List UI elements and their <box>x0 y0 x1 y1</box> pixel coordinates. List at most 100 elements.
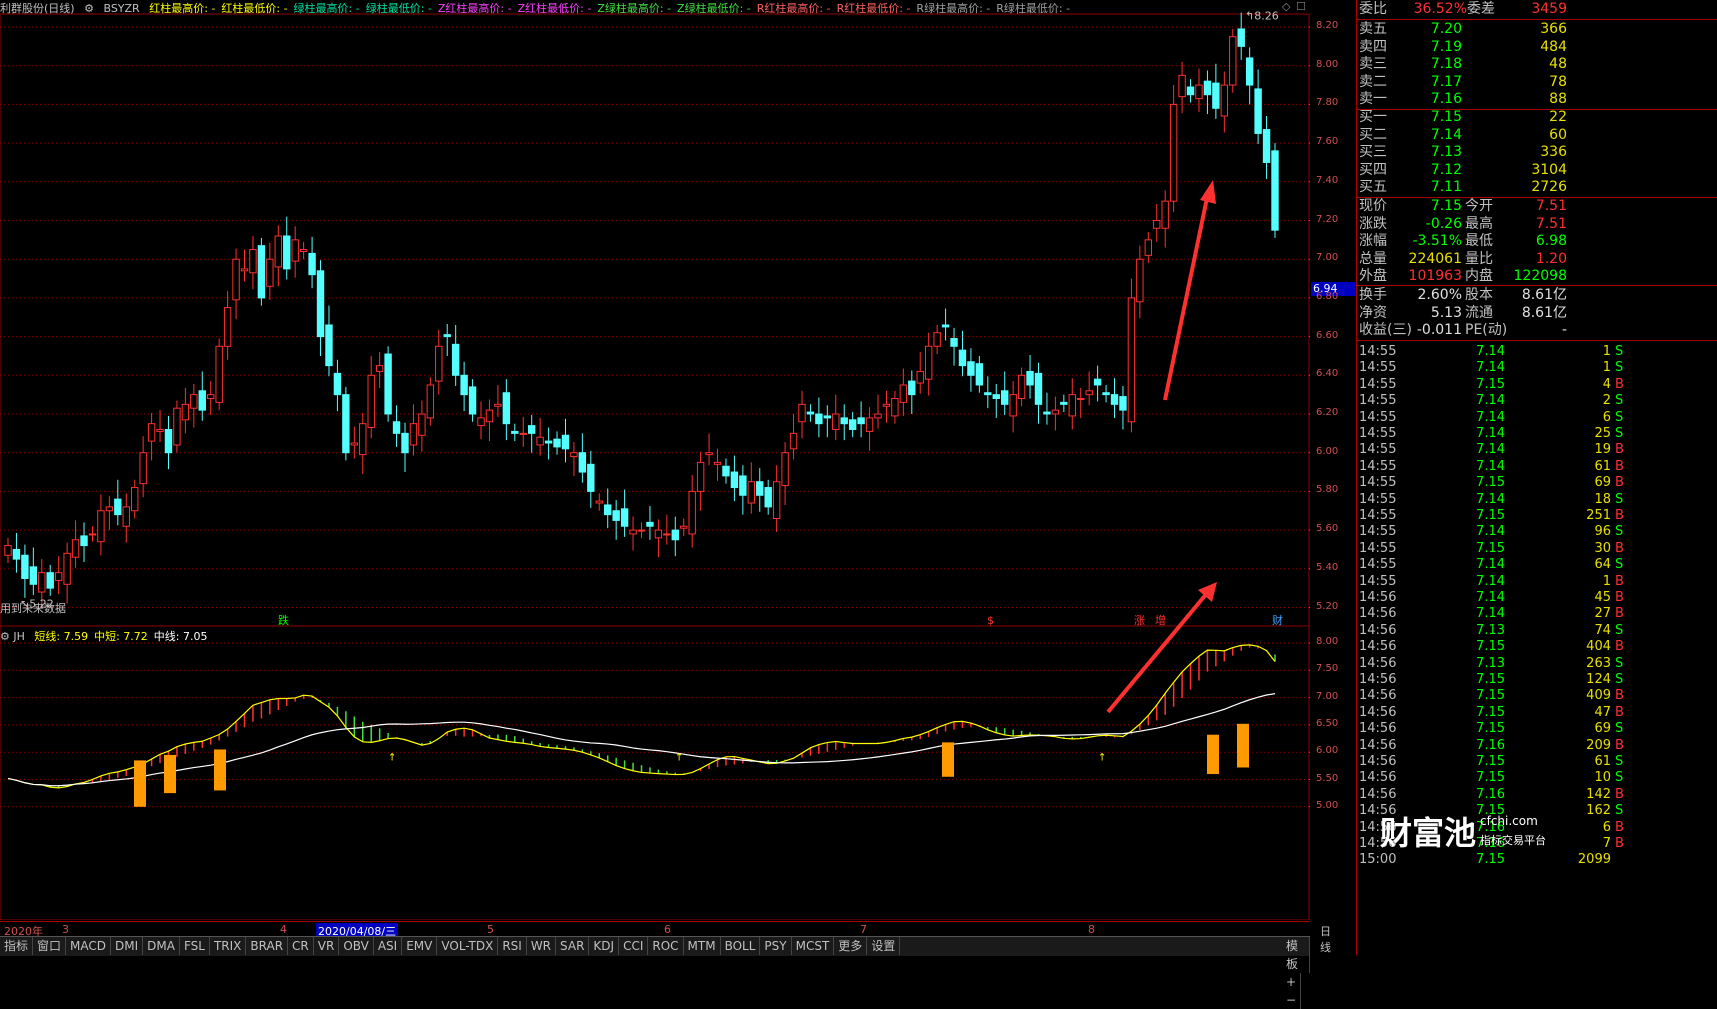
tab-1[interactable]: 窗口 <box>33 937 67 955</box>
stat-value: 1.20 <box>1535 250 1567 267</box>
sell-vol: 88 <box>1549 91 1567 107</box>
y-tick-label: 5.20 <box>1316 600 1339 612</box>
tab-0[interactable]: 指标 <box>0 937 34 955</box>
tab-8[interactable]: CR <box>288 937 314 955</box>
candle-body <box>122 506 130 527</box>
tick-side: B <box>1615 639 1624 655</box>
tab-9[interactable]: VR <box>314 937 340 955</box>
tab-15[interactable]: WR <box>527 937 557 955</box>
candle-body <box>502 392 511 425</box>
tab-24[interactable]: 更多 <box>834 937 868 955</box>
tab-25[interactable]: 设置 <box>867 937 901 955</box>
candle-body <box>1077 398 1085 401</box>
sell-vol: 48 <box>1549 56 1567 72</box>
annotation-arrow <box>1106 590 1210 714</box>
settings-icon[interactable]: ⚙ <box>0 630 10 643</box>
tick-time: 14:55 <box>1359 573 1397 589</box>
candle-body <box>190 394 198 409</box>
tab-17[interactable]: KDJ <box>589 937 620 955</box>
kline-chart[interactable]: ↰8.26↖5.22用到未来数据跌 $ 涨增财↑ ↑ ↑ <box>0 0 1310 920</box>
event-marker: 增 <box>1155 613 1166 627</box>
tick-side: B <box>1615 573 1624 589</box>
candle-body <box>1001 390 1009 405</box>
tab-5[interactable]: FSL <box>180 937 210 955</box>
tick-vol: 27 <box>1594 606 1611 622</box>
candle-body <box>1085 390 1093 396</box>
tick-vol: 69 <box>1594 475 1611 491</box>
right-tab-0[interactable]: 模板 <box>1282 937 1310 973</box>
stat-value: 7.51 <box>1535 198 1567 214</box>
buy-vol: 336 <box>1540 144 1567 160</box>
candle-body <box>511 430 519 434</box>
candle-body <box>1060 401 1068 405</box>
tick-row: 14:55 7.15 69 B <box>1357 474 1717 491</box>
candle-body <box>1026 370 1034 386</box>
candle-body <box>477 417 485 427</box>
arrow-head <box>1200 180 1216 204</box>
right-tab-2[interactable]: − <box>1282 991 1302 1009</box>
tab-16[interactable]: SAR <box>556 937 590 955</box>
close-icon[interactable]: ☐ <box>1296 0 1306 13</box>
period-label[interactable]: 日线 <box>1320 923 1331 955</box>
tab-11[interactable]: ASI <box>374 937 403 955</box>
tick-row: 14:56 7.15 10 S <box>1357 769 1717 786</box>
candle-body <box>29 566 38 585</box>
candle-body <box>1144 239 1152 256</box>
candle-body <box>984 392 992 396</box>
tab-7[interactable]: BRAR <box>246 937 289 955</box>
tick-time: 14:55 <box>1359 376 1397 392</box>
tab-14[interactable]: RSI <box>498 937 527 955</box>
tab-13[interactable]: VOL-TDX <box>437 937 499 955</box>
event-marker: 跌 <box>278 613 289 627</box>
candle-body <box>764 487 772 508</box>
sell-label: 卖二 <box>1359 73 1387 90</box>
candle-body <box>38 572 46 593</box>
annotation-arrow <box>1163 197 1209 401</box>
diamond-icon[interactable]: ◇ <box>1282 0 1290 13</box>
tab-23[interactable]: MCST <box>792 937 835 955</box>
header-item: R红柱最低价: - <box>836 2 911 15</box>
candle-body <box>823 415 832 419</box>
tab-21[interactable]: BOLL <box>721 937 761 955</box>
tick-row: 14:56 7.13 263 S <box>1357 655 1717 672</box>
y-tick-label: 8.00 <box>1316 58 1339 70</box>
tab-22[interactable]: PSY <box>760 937 792 955</box>
tab-18[interactable]: CCI <box>619 937 649 955</box>
tab-10[interactable]: OBV <box>339 937 374 955</box>
tab-2[interactable]: MACD <box>66 937 112 955</box>
candle-body <box>1136 258 1144 303</box>
candle-body <box>536 436 544 446</box>
candle-body <box>646 521 654 527</box>
sell-price: 7.17 <box>1430 73 1462 90</box>
tick-vol: 45 <box>1594 590 1611 605</box>
tab-3[interactable]: DMI <box>111 937 144 955</box>
tick-side: B <box>1615 590 1624 605</box>
buy-row: 买一 7.15 22 <box>1357 109 1717 126</box>
tab-12[interactable]: EMV <box>402 937 438 955</box>
candle-body <box>865 417 874 432</box>
date-label: 7 <box>860 923 867 936</box>
tab-6[interactable]: TRIX <box>210 937 247 955</box>
candle-body <box>156 428 164 432</box>
tick-side: B <box>1615 458 1624 474</box>
candle-body <box>1262 129 1271 163</box>
candle-body <box>451 343 460 376</box>
series-label: 中短 <box>94 630 117 643</box>
candle-body <box>798 403 806 423</box>
candle-body <box>1186 86 1195 96</box>
tick-price: 7.14 <box>1476 590 1505 605</box>
header-item: Z红柱最高价: - <box>437 2 512 15</box>
tick-time: 14:56 <box>1359 721 1397 737</box>
tab-4[interactable]: DMA <box>143 937 180 955</box>
candle-body <box>756 481 764 496</box>
tick-price: 7.15 <box>1476 540 1505 556</box>
tick-side: B <box>1615 836 1624 851</box>
tab-19[interactable]: ROC <box>648 937 684 955</box>
settings-icon[interactable]: ⚙ <box>84 2 94 15</box>
tab-20[interactable]: MTM <box>684 937 721 955</box>
separator <box>1357 285 1717 286</box>
chart-area[interactable]: ↰8.26 ↖5.22 用到未来数据跌 $ 涨增财 ↑ ↑ ↑ <box>0 0 1310 920</box>
right-tab-1[interactable]: + <box>1282 973 1302 991</box>
tick-price: 7.14 <box>1476 360 1505 376</box>
stat-row: 换手 2.60% 股本 8.61亿 <box>1357 287 1717 304</box>
